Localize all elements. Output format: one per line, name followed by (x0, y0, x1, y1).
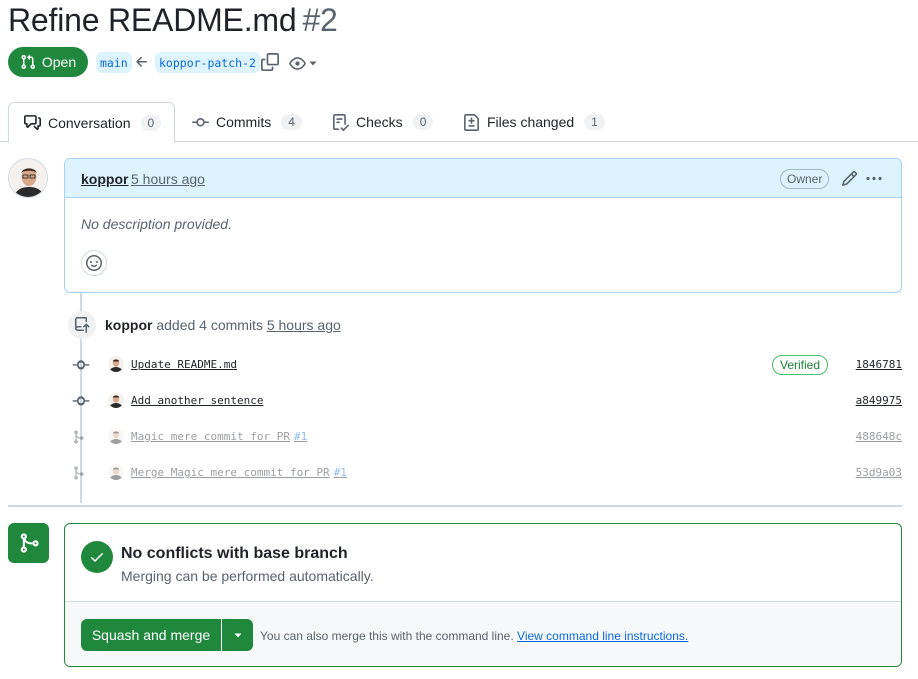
squash-and-merge-button[interactable]: Squash and merge (81, 619, 221, 651)
commit-message[interactable]: Update README.md (131, 358, 237, 371)
avatar[interactable] (8, 158, 48, 198)
head-branch-label[interactable]: koppor-patch-2 (155, 52, 260, 73)
page-title: Refine README.md #2 (8, 2, 338, 39)
commit-row: Update README.md Verified 1846781 (72, 355, 902, 375)
tab-count: 4 (281, 114, 302, 130)
avatar[interactable] (108, 464, 124, 480)
git-merge-icon (8, 523, 49, 563)
tab-count: 0 (412, 114, 434, 130)
file-diff-icon (464, 113, 479, 131)
event-action: added 4 commits (156, 317, 263, 333)
merge-note-text: You can also merge this with the command… (260, 629, 514, 643)
tab-label: Checks (356, 114, 403, 130)
comment-timestamp[interactable]: 5 hours ago (131, 171, 205, 187)
merge-status-subtitle: Merging can be performed automatically. (121, 568, 374, 584)
comment-body: No description provided. (81, 216, 232, 232)
comment-header: koppor 5 hours ago Owner (65, 159, 901, 198)
event-time[interactable]: 5 hours ago (267, 317, 341, 333)
tab-count: 1 (584, 114, 605, 130)
git-merge-icon (74, 466, 84, 480)
kebab-horizontal-icon[interactable] (864, 170, 884, 187)
repo-push-icon (68, 311, 96, 339)
merge-status-title: No conflicts with base branch (121, 545, 348, 562)
git-commit-icon (72, 396, 90, 406)
base-branch-label[interactable]: main (96, 52, 132, 73)
triangle-down-icon (234, 633, 241, 638)
comment-author[interactable]: koppor (81, 171, 128, 187)
tab-checks[interactable]: Checks 0 (332, 102, 434, 142)
avatar[interactable] (108, 392, 124, 408)
timeline-divider (8, 505, 902, 507)
tab-commits[interactable]: Commits 4 (192, 102, 302, 142)
commit-sha[interactable]: a849975 (856, 394, 902, 407)
checklist-icon (333, 113, 349, 131)
pr-title: Refine README.md (8, 2, 297, 38)
command-line-instructions-link[interactable]: View command line instructions. (517, 629, 688, 643)
status-label: Open (41, 54, 77, 70)
tab-count: 0 (140, 114, 162, 131)
tab-conversation[interactable]: Conversation 0 (8, 102, 175, 143)
pencil-icon[interactable] (841, 170, 858, 187)
git-commit-icon (72, 360, 90, 370)
check-circle-icon (81, 541, 113, 573)
eye-icon (289, 56, 306, 70)
smiley-icon (86, 255, 102, 271)
pr-description-comment: koppor 5 hours ago Owner No description … (64, 158, 902, 293)
verified-badge[interactable]: Verified (772, 355, 829, 375)
git-pull-request-icon (21, 54, 35, 70)
copy-icon[interactable] (261, 53, 279, 71)
timeline-event: koppor added 4 commits 5 hours ago (105, 317, 341, 333)
pr-reference-link[interactable]: #1 (294, 430, 307, 443)
avatar[interactable] (108, 356, 124, 372)
commit-sha[interactable]: 488648c (856, 430, 902, 443)
status-badge: Open (8, 47, 88, 77)
commit-sha[interactable]: 1846781 (856, 358, 902, 371)
avatar[interactable] (108, 428, 124, 444)
merge-box: No conflicts with base branch Merging ca… (64, 523, 902, 667)
commit-sha[interactable]: 53d9a03 (856, 466, 902, 479)
tab-label: Conversation (48, 114, 131, 131)
avatar-image (9, 159, 47, 197)
git-commit-icon (192, 117, 209, 126)
pr-reference-link[interactable]: #1 (334, 466, 347, 479)
merge-method-dropdown[interactable] (222, 619, 253, 651)
event-actor[interactable]: koppor (105, 317, 152, 333)
tab-files-changed[interactable]: Files changed 1 (463, 102, 605, 142)
add-reaction-button[interactable] (81, 250, 107, 276)
pr-number: #2 (302, 2, 338, 38)
arrow-left-icon (136, 56, 147, 67)
merge-actions: Squash and merge You can also merge this… (65, 601, 901, 666)
commit-message[interactable]: Merge Magic mere commit for PR #1 (131, 466, 347, 479)
pr-tabs: Conversation 0 Commits 4 Checks 0 Files … (0, 102, 918, 143)
commit-message[interactable]: Magic mere commit for PR #1 (131, 430, 307, 443)
commit-row: Merge Magic mere commit for PR #1 53d9a03 (72, 463, 902, 483)
tab-label: Commits (216, 114, 272, 130)
tab-label: Files changed (487, 114, 575, 130)
watch-dropdown-button[interactable] (289, 54, 321, 72)
commit-row: Add another sentence a849975 (72, 391, 902, 411)
owner-badge: Owner (780, 169, 830, 189)
commit-message[interactable]: Add another sentence (131, 394, 263, 407)
merge-cli-note: You can also merge this with the command… (260, 629, 688, 643)
comment-discussion-icon (24, 115, 41, 130)
commit-row: Magic mere commit for PR #1 488648c (72, 427, 902, 447)
caret-down-icon (309, 61, 317, 66)
git-merge-icon (74, 430, 84, 444)
